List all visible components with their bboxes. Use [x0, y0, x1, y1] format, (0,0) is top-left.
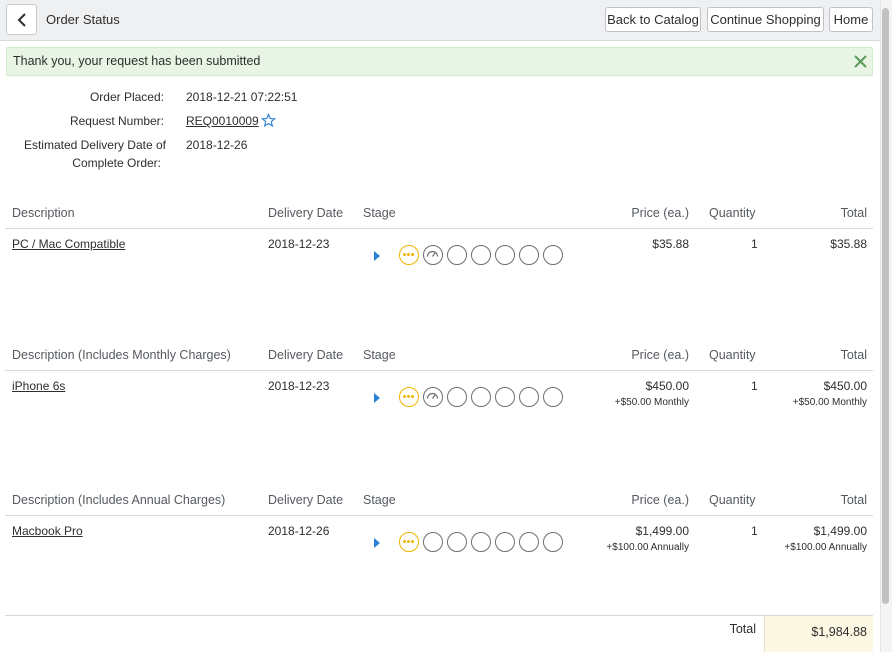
item-price-recurring: +$100.00 Annually — [606, 542, 689, 553]
description-header: Description (Includes Monthly Charges) — [12, 348, 231, 362]
page-title: Order Status — [46, 12, 120, 27]
row-divider — [5, 228, 873, 229]
stage-pending-icon — [447, 532, 467, 552]
stage-pending-icon — [495, 387, 515, 407]
stage-pending-icon — [471, 532, 491, 552]
grand-total-value: $1,984.88 — [811, 625, 867, 639]
estimated-delivery-value: 2018-12-26 — [186, 138, 248, 152]
item-total: $1,499.00 — [813, 524, 867, 538]
total-header: Total — [840, 493, 867, 507]
chevron-left-icon — [17, 12, 26, 27]
stage-in-progress-icon — [399, 245, 419, 265]
expand-arrow-icon[interactable] — [374, 251, 380, 261]
delivery-date-header: Delivery Date — [268, 493, 344, 507]
item-delivery-date: 2018-12-26 — [268, 524, 330, 538]
stage-pending-icon — [519, 532, 539, 552]
row-divider — [5, 515, 873, 516]
item-price: $1,499.00 — [635, 524, 689, 538]
expand-arrow-icon[interactable] — [374, 393, 380, 403]
stage-pending-icon — [495, 245, 515, 265]
delivery-date-header: Delivery Date — [268, 348, 344, 362]
order-placed-value: 2018-12-21 07:22:51 — [186, 90, 298, 104]
stage-indicator — [374, 387, 564, 409]
item-total: $35.88 — [830, 237, 867, 251]
scrollbar-thumb[interactable] — [882, 8, 889, 604]
success-alert: Thank you, your request has been submitt… — [6, 47, 873, 76]
stage-pending-icon — [447, 387, 467, 407]
description-header: Description (Includes Annual Charges) — [12, 493, 226, 507]
price-header: Price (ea.) — [631, 348, 689, 362]
item-quantity: 1 — [751, 379, 758, 393]
stage-header: Stage — [363, 348, 396, 362]
star-icon[interactable] — [261, 113, 276, 128]
quantity-header: Quantity — [709, 493, 756, 507]
total-divider — [5, 615, 873, 616]
stage-pending-icon — [543, 387, 563, 407]
stage-header: Stage — [363, 493, 396, 507]
row-divider — [5, 370, 873, 371]
quantity-header: Quantity — [709, 348, 756, 362]
stage-pending-icon — [471, 245, 491, 265]
stage-indicator — [374, 245, 564, 267]
item-link-iphone[interactable]: iPhone 6s — [12, 379, 65, 393]
estimated-delivery-label-line1: Estimated Delivery Date of — [23, 138, 166, 152]
item-delivery-date: 2018-12-23 — [268, 237, 330, 251]
stage-header: Stage — [363, 206, 396, 220]
quantity-header: Quantity — [709, 206, 756, 220]
header-bar: Order Status Back to Catalog Continue Sh… — [0, 0, 880, 41]
item-price: $35.88 — [652, 237, 689, 251]
delivery-date-header: Delivery Date — [268, 206, 344, 220]
item-price: $450.00 — [645, 379, 689, 393]
alert-message: Thank you, your request has been submitt… — [13, 54, 261, 68]
stage-pending-icon — [447, 245, 467, 265]
stage-pending-icon — [543, 532, 563, 552]
item-price-recurring: +$50.00 Monthly — [614, 397, 689, 408]
item-total-recurring: +$100.00 Annually — [784, 542, 867, 553]
estimated-delivery-label-line2: Complete Order: — [72, 156, 161, 170]
stage-indicator — [374, 532, 564, 554]
back-button[interactable] — [6, 4, 37, 35]
stage-pending-icon — [495, 532, 515, 552]
item-quantity: 1 — [751, 237, 758, 251]
item-total-recurring: +$50.00 Monthly — [792, 397, 867, 408]
total-header: Total — [840, 348, 867, 362]
item-delivery-date: 2018-12-23 — [268, 379, 330, 393]
price-header: Price (ea.) — [631, 493, 689, 507]
continue-shopping-button[interactable]: Continue Shopping — [707, 7, 824, 32]
expand-arrow-icon[interactable] — [374, 538, 380, 548]
back-to-catalog-button[interactable]: Back to Catalog — [605, 7, 701, 32]
total-header: Total — [840, 206, 867, 220]
close-icon[interactable] — [853, 54, 868, 69]
stage-pending-icon — [543, 245, 563, 265]
item-quantity: 1 — [751, 524, 758, 538]
stage-pending-icon — [471, 387, 491, 407]
stage-in-progress-icon — [399, 387, 419, 407]
price-header: Price (ea.) — [631, 206, 689, 220]
stage-approval-icon — [423, 387, 443, 407]
stage-pending-icon — [423, 532, 443, 552]
item-link-macbook[interactable]: Macbook Pro — [12, 524, 83, 538]
item-total: $450.00 — [823, 379, 867, 393]
request-number-label: Request Number: — [69, 114, 164, 128]
home-button[interactable]: Home — [829, 7, 873, 32]
item-link-pc-mac[interactable]: PC / Mac Compatible — [12, 237, 125, 251]
grand-total-label: Total — [729, 622, 756, 636]
stage-pending-icon — [519, 245, 539, 265]
order-placed-label: Order Placed: — [89, 90, 164, 104]
stage-pending-icon — [519, 387, 539, 407]
stage-approval-icon — [423, 245, 443, 265]
description-header: Description — [12, 206, 75, 220]
request-number-link[interactable]: REQ0010009 — [186, 112, 259, 130]
stage-in-progress-icon — [399, 532, 419, 552]
